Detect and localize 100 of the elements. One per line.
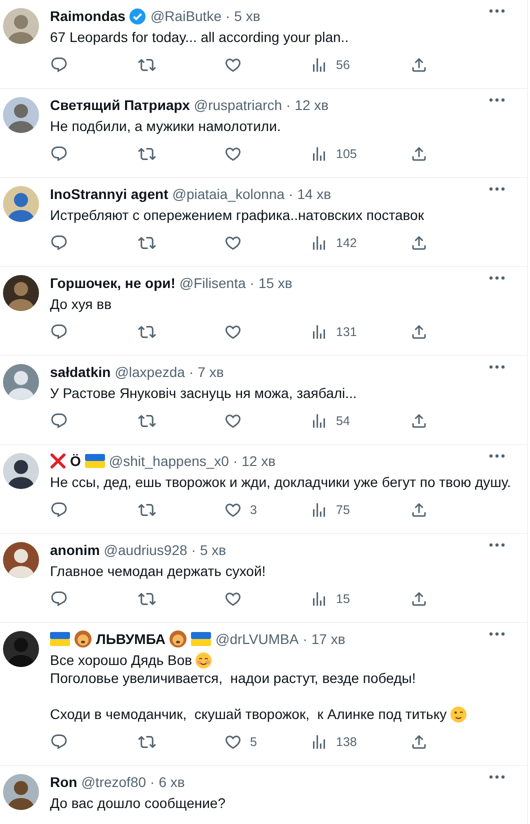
tweet-text: Сходи в чемоданчик, скушай творожок, к Алинке под титьку [50, 705, 447, 723]
share-button[interactable] [410, 501, 428, 519]
tweet-time[interactable]: 12 хв [242, 453, 276, 469]
share-button[interactable] [410, 234, 428, 252]
like-button[interactable] [224, 590, 242, 608]
share-button[interactable] [410, 733, 428, 751]
display-name[interactable]: Горшочек, не ори! [50, 275, 176, 291]
user-handle[interactable]: @laxpezda [114, 364, 185, 380]
more-options-button[interactable] [489, 632, 505, 636]
more-options-button[interactable] [489, 187, 505, 191]
reply-button[interactable] [50, 733, 68, 751]
tweet-time[interactable]: 6 хв [158, 774, 185, 790]
user-handle[interactable]: @audrius928 [104, 542, 188, 558]
views-button[interactable] [310, 234, 328, 252]
more-options-button[interactable] [489, 98, 505, 102]
more-options-button[interactable] [489, 543, 505, 547]
like-button[interactable] [224, 501, 242, 519]
avatar[interactable] [3, 275, 39, 311]
retweet-button[interactable] [138, 412, 156, 430]
tweet-time[interactable]: 15 хв [258, 275, 292, 291]
views-button[interactable] [310, 412, 328, 430]
user-handle[interactable]: @shit_happens_x0 [108, 453, 229, 469]
share-icon [410, 501, 428, 519]
views-button[interactable] [310, 145, 328, 163]
share-button[interactable] [410, 590, 428, 608]
tweet-time[interactable]: 7 хв [198, 364, 224, 380]
share-button[interactable] [410, 412, 428, 430]
reply-button[interactable] [50, 234, 68, 252]
view-count: 75 [336, 503, 350, 517]
more-options-button[interactable] [489, 9, 505, 13]
reply-button[interactable] [50, 323, 68, 341]
retweet-button[interactable] [138, 323, 156, 341]
avatar[interactable] [3, 453, 39, 489]
retweet-button[interactable] [138, 234, 156, 252]
tweet-time[interactable]: 17 хв [311, 631, 346, 647]
more-icon [489, 98, 505, 102]
tweet-time[interactable]: 12 хв [294, 97, 329, 113]
heart-icon [224, 234, 242, 252]
tweet-time[interactable]: 5 хв [200, 542, 226, 558]
display-name[interactable]: sałdatkin [50, 364, 111, 380]
share-button[interactable] [410, 145, 428, 163]
retweet-button[interactable] [138, 733, 156, 751]
reply-button[interactable] [50, 590, 68, 608]
avatar[interactable] [3, 631, 39, 667]
retweet-button[interactable] [138, 501, 156, 519]
share-button[interactable] [410, 56, 428, 74]
display-name[interactable]: ЛЬВУМБА [96, 631, 166, 647]
more-options-button[interactable] [489, 365, 505, 369]
user-handle[interactable]: @piataia_kolonna [172, 186, 285, 202]
like-button[interactable] [224, 56, 242, 74]
views-button[interactable] [310, 501, 328, 519]
user-handle[interactable]: @Filisenta [179, 275, 246, 291]
reply-button[interactable] [50, 56, 68, 74]
heart-icon [224, 323, 242, 341]
like-button[interactable] [224, 412, 242, 430]
view-count: 131 [336, 325, 357, 339]
reply-button[interactable] [50, 412, 68, 430]
avatar[interactable] [3, 774, 39, 810]
display-name[interactable]: Ö [70, 453, 81, 469]
heart-icon [224, 56, 242, 74]
display-name[interactable]: InoStrannyi agent [50, 186, 168, 202]
tweet-text: До хуя вв [50, 295, 112, 313]
tweet-text: Поголовье увеличивается, надои растут, везде победы! [50, 669, 416, 687]
like-button[interactable] [224, 145, 242, 163]
reply-icon [50, 590, 68, 608]
share-button[interactable] [410, 323, 428, 341]
display-name[interactable]: anonim [50, 542, 100, 558]
more-options-button[interactable] [489, 276, 505, 280]
tweet-text: Не подбили, а мужики намолотили. [50, 117, 281, 135]
like-button[interactable] [224, 733, 242, 751]
user-handle[interactable]: @drLVUMBA [215, 631, 299, 647]
display-name[interactable]: Raimondas [50, 8, 126, 24]
bar-chart-icon [310, 733, 328, 751]
flag-icon [50, 632, 70, 646]
avatar[interactable] [3, 542, 39, 578]
reply-button[interactable] [50, 501, 68, 519]
views-button[interactable] [310, 590, 328, 608]
retweet-button[interactable] [138, 590, 156, 608]
more-options-button[interactable] [489, 775, 505, 779]
like-button[interactable] [224, 234, 242, 252]
retweet-button[interactable] [138, 56, 156, 74]
display-name[interactable]: Светящий Патриарх [50, 97, 190, 113]
user-handle[interactable]: @RaiButke [150, 8, 222, 24]
retweet-icon [138, 501, 156, 519]
views-button[interactable] [310, 323, 328, 341]
separator-dot: · [232, 453, 238, 469]
user-handle[interactable]: @trezof80 [81, 774, 146, 790]
tweet-time[interactable]: 5 хв [234, 8, 260, 24]
separator-dot: · [250, 275, 254, 291]
retweet-icon [138, 234, 156, 252]
bar-chart-icon [310, 234, 328, 252]
reply-button[interactable] [50, 145, 68, 163]
user-handle[interactable]: @ruspatriarch [194, 97, 282, 113]
more-options-button[interactable] [489, 454, 505, 458]
tweet-time[interactable]: 14 хв [297, 186, 332, 202]
like-button[interactable] [224, 323, 242, 341]
retweet-button[interactable] [138, 145, 156, 163]
views-button[interactable] [310, 733, 328, 751]
display-name[interactable]: Ron [50, 774, 78, 790]
views-button[interactable] [310, 56, 328, 74]
